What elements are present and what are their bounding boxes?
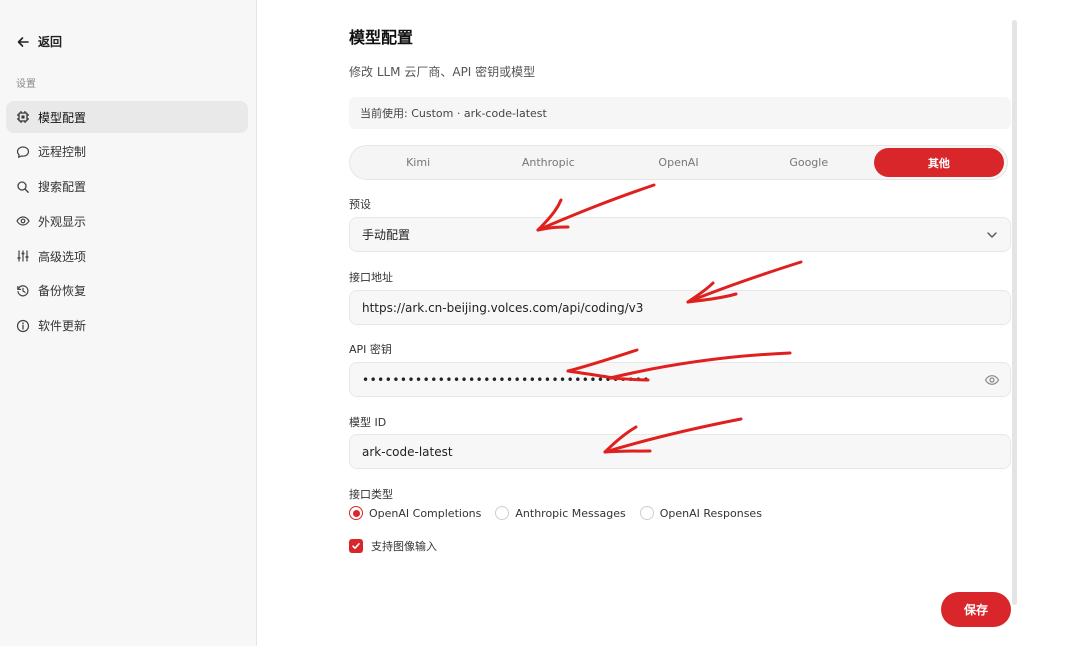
info-icon <box>16 319 30 332</box>
endpoint-label: 接口地址 <box>349 271 393 284</box>
tab-openai[interactable]: OpenAI <box>613 148 743 177</box>
arrow-left-icon <box>17 36 29 47</box>
radio-label: OpenAI Responses <box>659 506 762 520</box>
radio-openai-responses[interactable]: OpenAI Responses <box>639 506 762 520</box>
back-button[interactable]: 返回 <box>16 33 62 50</box>
preset-label: 预设 <box>349 198 371 211</box>
checkbox-indicator <box>349 539 363 553</box>
current-model-banner: 当前使用: Custom · ark-code-latest <box>349 97 1011 129</box>
tab-google[interactable]: Google <box>744 148 874 177</box>
sidebar-item-backup-restore[interactable]: 备份恢复 <box>6 275 248 307</box>
interface-type-group: OpenAI Completions Anthropic Messages Op… <box>349 506 776 520</box>
eye-icon[interactable] <box>984 372 1000 388</box>
settings-sidebar: 返回 设置 模型配置 远程控制 搜索配置 外观显示 高级选项 备份恢复 软件更新 <box>0 0 257 646</box>
radio-openai-completions[interactable]: OpenAI Completions <box>349 506 481 520</box>
sidebar-item-advanced[interactable]: 高级选项 <box>6 240 248 272</box>
chevron-down-icon <box>987 232 997 238</box>
radio-anthropic-messages[interactable]: Anthropic Messages <box>495 506 626 520</box>
sidebar-item-label: 搜索配置 <box>38 180 87 195</box>
scrollbar[interactable] <box>1012 20 1017 605</box>
settings-nav: 模型配置 远程控制 搜索配置 外观显示 高级选项 备份恢复 软件更新 <box>6 101 248 345</box>
eye-icon <box>16 216 30 226</box>
sidebar-item-label: 模型配置 <box>38 110 87 125</box>
radio-label: OpenAI Completions <box>369 506 482 520</box>
sidebar-item-model-config[interactable]: 模型配置 <box>6 101 248 133</box>
page-title: 模型配置 <box>349 28 414 47</box>
chat-bubble-icon <box>16 146 30 158</box>
sidebar-item-search-config[interactable]: 搜索配置 <box>6 171 248 203</box>
interface-type-label: 接口类型 <box>349 488 393 501</box>
page-subtitle: 修改 LLM 云厂商、API 密钥或模型 <box>349 65 536 79</box>
chip-icon <box>17 111 29 123</box>
model-config-panel: 模型配置 修改 LLM 云厂商、API 密钥或模型 当前使用: Custom ·… <box>349 0 1011 646</box>
radio-label: Anthropic Messages <box>515 506 626 520</box>
tab-anthropic[interactable]: Anthropic <box>483 148 613 177</box>
sidebar-item-label: 软件更新 <box>38 319 87 334</box>
model-id-input[interactable]: ark-code-latest <box>349 434 1011 469</box>
sidebar-item-software-update[interactable]: 软件更新 <box>6 310 248 342</box>
save-button[interactable]: 保存 <box>941 592 1011 627</box>
checkmark-icon <box>352 543 360 549</box>
sliders-icon <box>17 250 29 262</box>
endpoint-value: https://ark.cn-beijing.volces.com/api/co… <box>362 300 644 315</box>
model-id-value: ark-code-latest <box>362 444 453 459</box>
tab-other[interactable]: 其他 <box>873 148 1005 177</box>
radio-indicator <box>495 506 510 520</box>
model-id-label: 模型 ID <box>349 416 387 429</box>
sidebar-item-label: 外观显示 <box>38 214 87 229</box>
preset-value: 手动配置 <box>362 228 411 242</box>
sidebar-item-remote-control[interactable]: 远程控制 <box>6 136 248 168</box>
sidebar-item-label: 高级选项 <box>38 249 87 264</box>
api-key-label: API 密钥 <box>349 343 392 356</box>
back-label: 返回 <box>38 35 63 49</box>
api-key-input[interactable]: •••••••••••••••••••••••••••••••••••••• <box>349 362 1011 397</box>
sidebar-section-label: 设置 <box>16 79 36 90</box>
image-input-checkbox[interactable]: 支持图像输入 <box>349 538 437 554</box>
search-icon <box>17 180 29 193</box>
endpoint-input[interactable]: https://ark.cn-beijing.volces.com/api/co… <box>349 290 1011 325</box>
provider-tabs: Kimi Anthropic OpenAI Google 其他 <box>349 145 1008 180</box>
radio-indicator <box>349 506 363 520</box>
tab-kimi[interactable]: Kimi <box>353 148 483 177</box>
history-icon <box>17 285 29 297</box>
sidebar-item-appearance[interactable]: 外观显示 <box>6 205 248 237</box>
sidebar-item-label: 远程控制 <box>38 145 87 160</box>
sidebar-item-label: 备份恢复 <box>38 284 87 299</box>
api-key-value: •••••••••••••••••••••••••••••••••••••• <box>362 372 650 387</box>
image-input-label: 支持图像输入 <box>371 540 437 553</box>
current-model-text: 当前使用: Custom · ark-code-latest <box>360 107 547 120</box>
preset-select[interactable]: 手动配置 <box>349 217 1011 252</box>
radio-indicator <box>639 506 654 520</box>
